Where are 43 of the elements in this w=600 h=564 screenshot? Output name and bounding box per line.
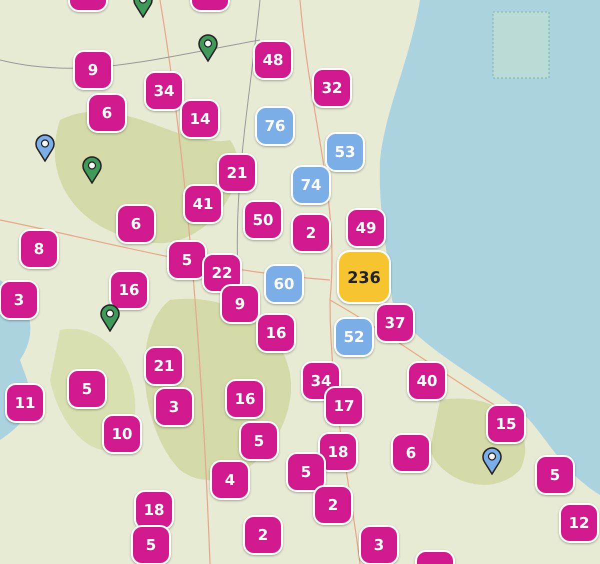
cluster-marker[interactable]: 5 — [286, 452, 326, 492]
cluster-marker[interactable]: 3 — [359, 525, 399, 564]
cluster-marker[interactable]: 8 — [19, 229, 59, 269]
map-pin-icon[interactable] — [35, 134, 55, 162]
cluster-marker[interactable]: 3 — [0, 280, 39, 320]
cluster-marker[interactable]: 9 — [220, 284, 260, 324]
cluster-marker[interactable]: 16 — [256, 313, 296, 353]
cluster-marker[interactable]: 2 — [291, 213, 331, 253]
cluster-marker[interactable]: 6 — [391, 433, 431, 473]
cluster-marker[interactable]: 15 — [486, 404, 526, 444]
cluster-marker[interactable]: 5 — [131, 525, 171, 564]
cluster-marker[interactable]: 6 — [87, 93, 127, 133]
cluster-marker[interactable]: 14 — [180, 99, 220, 139]
cluster-marker[interactable]: 41 — [183, 184, 223, 224]
cluster-marker[interactable]: 5 — [535, 455, 575, 495]
cluster-marker[interactable]: 2 — [313, 485, 353, 525]
cluster-marker[interactable]: 16 — [109, 270, 149, 310]
cluster-marker[interactable]: 49 — [346, 208, 386, 248]
cluster-marker[interactable]: 17 — [324, 386, 364, 426]
cluster-marker[interactable]: 2 — [243, 515, 283, 555]
map-pin-icon[interactable] — [482, 447, 502, 475]
cluster-marker[interactable]: 11 — [5, 383, 45, 423]
cluster-marker[interactable]: 16 — [225, 379, 265, 419]
cluster-marker[interactable]: 32 — [312, 68, 352, 108]
cluster-marker[interactable]: 21 — [217, 153, 257, 193]
cluster-marker[interactable]: 4 — [210, 460, 250, 500]
cluster-marker[interactable]: 236 — [337, 250, 391, 304]
cluster-marker[interactable]: 48 — [253, 40, 293, 80]
cluster-marker[interactable]: 9 — [73, 50, 113, 90]
cluster-marker[interactable]: 5 — [239, 421, 279, 461]
map-pin-icon[interactable] — [198, 34, 218, 62]
cluster-marker[interactable]: 5 — [67, 369, 107, 409]
cluster-marker[interactable]: 40 — [407, 361, 447, 401]
cluster-marker[interactable]: 21 — [144, 346, 184, 386]
map-pin-icon[interactable] — [82, 156, 102, 184]
cluster-marker[interactable]: 37 — [375, 303, 415, 343]
cluster-marker[interactable]: 12 — [559, 503, 599, 543]
cluster-marker[interactable]: 3 — [154, 387, 194, 427]
cluster-marker[interactable]: 6 — [116, 204, 156, 244]
cluster-marker[interactable]: 10 — [102, 414, 142, 454]
map-pin-icon[interactable] — [100, 304, 120, 332]
cluster-marker[interactable]: 50 — [243, 200, 283, 240]
cluster-marker[interactable]: 34 — [144, 71, 184, 111]
